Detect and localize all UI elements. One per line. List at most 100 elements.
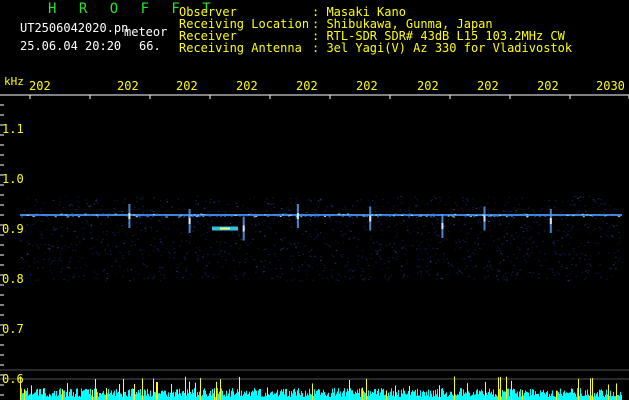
noise-bar — [563, 392, 564, 400]
noise-pixel — [417, 272, 419, 274]
noise-pixel — [288, 259, 291, 261]
carrier-pixel — [155, 214, 158, 215]
noise-pixel — [604, 232, 606, 234]
noise-bar — [550, 396, 551, 400]
noise-pixel — [290, 202, 293, 204]
carrier-pixel — [582, 216, 585, 218]
noise-pixel — [365, 257, 367, 259]
noise-pixel — [153, 275, 156, 277]
noise-pixel — [206, 231, 208, 233]
noise-bar — [163, 392, 164, 400]
noise-bar — [256, 390, 257, 400]
noise-pixel — [116, 225, 118, 227]
noise-pixel — [618, 231, 620, 233]
noise-pixel — [60, 271, 62, 273]
peak-bar — [386, 390, 387, 400]
noise-pixel — [480, 231, 482, 233]
noise-pixel — [59, 257, 61, 259]
noise-pixel — [493, 240, 495, 242]
carrier-pixel — [60, 213, 63, 215]
noise-bar — [294, 388, 295, 400]
noise-pixel — [499, 261, 502, 263]
noise-pixel — [83, 279, 85, 281]
noise-pixel — [578, 280, 580, 282]
noise-bar — [398, 390, 399, 400]
noise-pixel — [392, 197, 395, 199]
carrier-pixel — [34, 215, 37, 217]
noise-pixel — [429, 269, 432, 271]
noise-pixel — [233, 225, 235, 227]
noise-pixel — [340, 276, 342, 278]
noise-bar — [101, 394, 102, 400]
noise-pixel — [50, 262, 53, 264]
noise-pixel — [436, 218, 439, 220]
noise-pixel — [105, 234, 108, 236]
noise-pixel — [303, 261, 306, 263]
noise-pixel — [536, 221, 538, 223]
noise-pixel — [507, 223, 510, 225]
noise-pixel — [477, 243, 479, 245]
noise-pixel — [22, 267, 24, 269]
noise-pixel — [122, 255, 125, 257]
noise-pixel — [568, 254, 570, 256]
noise-pixel — [234, 271, 236, 273]
noise-pixel — [317, 219, 319, 220]
noise-pixel — [205, 207, 208, 209]
noise-bar — [405, 393, 406, 400]
noise-bar — [150, 390, 151, 400]
noise-pixel — [140, 250, 142, 251]
noise-pixel — [260, 231, 262, 233]
carrier-pixel — [364, 214, 367, 216]
noise-pixel — [279, 276, 282, 278]
noise-bar — [456, 395, 457, 400]
noise-pixel — [468, 255, 470, 257]
noise-pixel — [59, 253, 61, 255]
noise-pixel — [613, 264, 615, 266]
noise-bar — [620, 391, 621, 400]
noise-pixel — [486, 202, 489, 204]
noise-pixel — [480, 221, 482, 223]
y-tick: 0.8 — [2, 272, 24, 286]
noise-pixel — [452, 266, 454, 268]
noise-pixel — [44, 252, 46, 254]
noise-bar — [165, 390, 166, 400]
carrier-pixel — [555, 213, 558, 215]
noise-pixel — [462, 197, 464, 199]
meteor-core — [549, 218, 552, 224]
noise-pixel — [152, 250, 155, 252]
noise-pixel — [483, 267, 486, 269]
noise-pixel — [437, 259, 439, 261]
noise-pixel — [521, 197, 523, 199]
noise-pixel — [274, 233, 277, 235]
noise-bar — [186, 395, 187, 400]
peak-bar — [454, 376, 455, 400]
carrier-pixel — [77, 216, 80, 218]
noise-pixel — [85, 223, 88, 225]
noise-pixel — [386, 202, 389, 204]
noise-pixel — [527, 248, 529, 250]
noise-bar — [183, 390, 184, 400]
noise-bar — [71, 389, 72, 400]
noise-pixel — [357, 255, 360, 257]
carrier-pixel — [304, 215, 307, 217]
noise-pixel — [416, 265, 418, 267]
noise-pixel — [267, 226, 269, 228]
noise-pixel — [40, 207, 42, 209]
noise-pixel — [371, 217, 373, 219]
noise-pixel — [135, 234, 137, 236]
noise-bar — [277, 389, 278, 400]
carrier-pixel — [202, 214, 205, 216]
noise-pixel — [400, 211, 402, 213]
noise-pixel — [27, 253, 29, 255]
noise-pixel — [340, 268, 343, 270]
noise-pixel — [515, 198, 518, 200]
noise-bar — [380, 392, 381, 400]
noise-bar — [508, 388, 509, 400]
noise-bar — [179, 388, 180, 400]
noise-bar — [206, 394, 207, 400]
noise-bar — [452, 394, 453, 400]
noise-pixel — [561, 253, 564, 254]
y-tick: 0.9 — [2, 222, 24, 236]
noise-bar — [565, 393, 566, 400]
noise-pixel — [608, 267, 611, 269]
